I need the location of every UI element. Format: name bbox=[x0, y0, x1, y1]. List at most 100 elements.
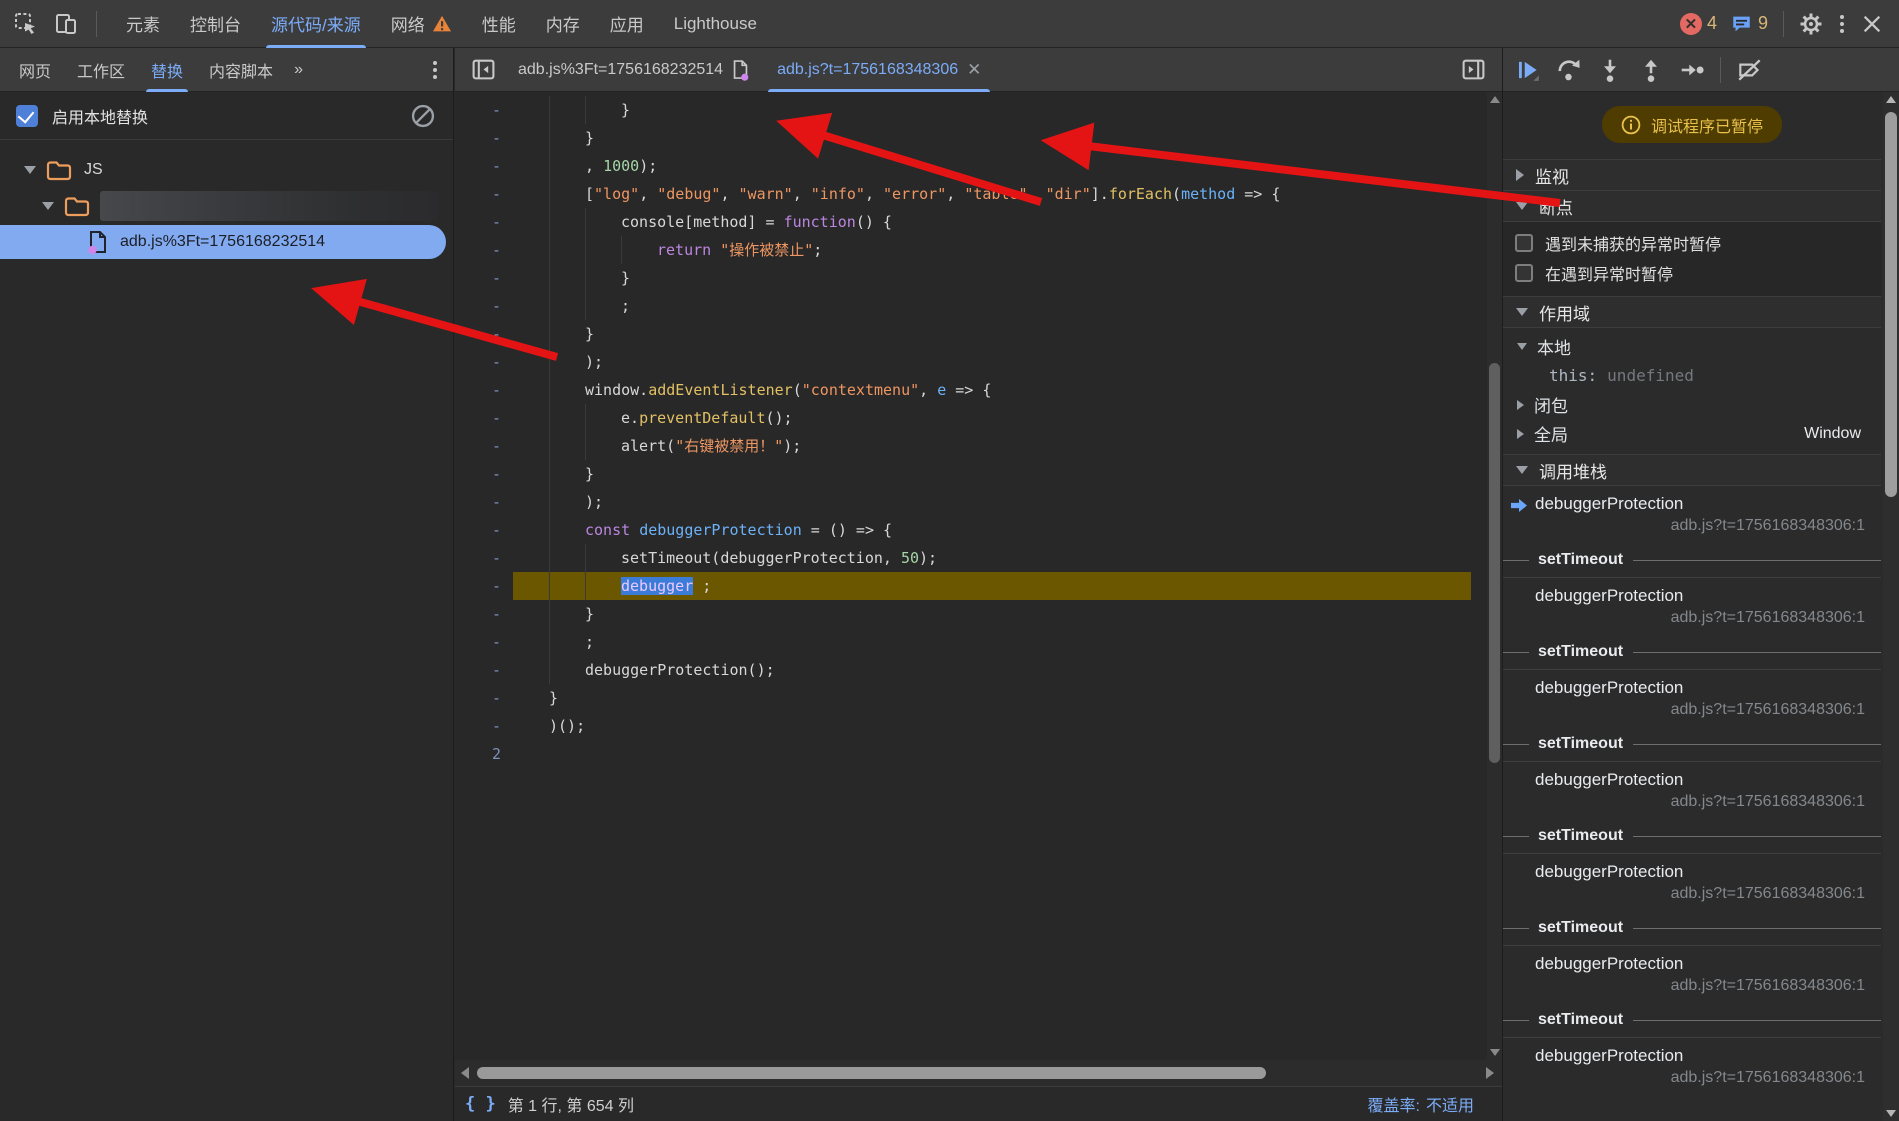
code-line[interactable]: -const debuggerProtection = () => { bbox=[455, 516, 1487, 544]
code-line[interactable]: -} bbox=[455, 96, 1487, 124]
navigator-tab[interactable]: 工作区 bbox=[64, 48, 138, 92]
navigator-tab[interactable]: 替换 bbox=[138, 48, 196, 92]
code-line[interactable]: -} bbox=[455, 320, 1487, 348]
topbar-tab[interactable]: 控制台 bbox=[175, 0, 256, 48]
topbar-tab[interactable]: 内存 bbox=[531, 0, 595, 48]
code-line[interactable]: -debuggerProtection(); bbox=[455, 656, 1487, 684]
scroll-right-icon[interactable] bbox=[1486, 1067, 1494, 1079]
chevron-right-icon[interactable] bbox=[1517, 429, 1524, 439]
deactivate-breakpoints-icon[interactable] bbox=[1736, 57, 1764, 83]
gutter-marker[interactable]: - bbox=[455, 516, 513, 544]
vertical-scrollbar-thumb[interactable] bbox=[1489, 363, 1500, 763]
checkbox-unchecked[interactable] bbox=[1515, 234, 1533, 252]
code-line[interactable]: -alert("右键被禁用！"); bbox=[455, 432, 1487, 460]
editor-tab-override-file[interactable]: adb.js%3Ft=1756168232514 bbox=[504, 48, 763, 92]
gutter-marker[interactable]: - bbox=[455, 348, 513, 376]
section-call-stack[interactable]: 调用堆栈 bbox=[1503, 454, 1881, 485]
gutter-marker[interactable]: - bbox=[455, 460, 513, 488]
code-line[interactable]: -debugger ; bbox=[455, 572, 1487, 600]
tree-item-js-folder[interactable]: JS bbox=[0, 152, 453, 188]
scope-local[interactable]: 本地 bbox=[1503, 332, 1881, 361]
call-stack-frame[interactable]: debuggerProtectionadb.js?t=1756168348306… bbox=[1503, 946, 1881, 1003]
gutter-marker[interactable]: - bbox=[455, 376, 513, 404]
call-stack-frame[interactable]: debuggerProtectionadb.js?t=1756168348306… bbox=[1503, 1038, 1881, 1095]
chevron-down-icon[interactable] bbox=[1516, 466, 1528, 474]
scope-this-row[interactable]: this: undefined bbox=[1503, 361, 1881, 390]
tree-item-override-file-selected[interactable]: adb.js%3Ft=1756168232514 bbox=[0, 224, 453, 260]
coverage-status[interactable]: 覆盖率: 不适用 bbox=[1368, 1092, 1474, 1116]
code-line[interactable]: -console[method] = function() { bbox=[455, 208, 1487, 236]
overrides-checkbox-checked[interactable] bbox=[16, 105, 38, 127]
step-over-icon[interactable] bbox=[1556, 57, 1582, 83]
gutter-marker[interactable]: - bbox=[455, 208, 513, 236]
more-options-kebab-icon[interactable] bbox=[1836, 11, 1848, 37]
tree-item-domain-folder[interactable] bbox=[0, 188, 453, 224]
section-scope[interactable]: 作用域 bbox=[1503, 296, 1881, 327]
error-counter[interactable]: ✕ 4 bbox=[1680, 13, 1717, 35]
sidebar-scrollbar[interactable] bbox=[1883, 92, 1899, 1121]
code-line[interactable]: -} bbox=[455, 684, 1487, 712]
call-stack-frame[interactable]: debuggerProtectionadb.js?t=1756168348306… bbox=[1503, 670, 1881, 727]
navigator-kebab-icon[interactable] bbox=[429, 57, 441, 83]
gutter-marker[interactable]: - bbox=[455, 712, 513, 740]
navigator-tab[interactable]: 网页 bbox=[6, 48, 64, 92]
chevron-down-icon[interactable] bbox=[1516, 308, 1528, 316]
inspect-element-icon[interactable] bbox=[14, 12, 38, 36]
code-line[interactable]: -)(); bbox=[455, 712, 1487, 740]
gutter-marker[interactable]: - bbox=[455, 320, 513, 348]
chevron-down-icon[interactable] bbox=[1516, 202, 1528, 210]
gutter-marker[interactable]: - bbox=[455, 292, 513, 320]
step-into-icon[interactable] bbox=[1597, 57, 1623, 83]
code-line[interactable]: -["log", "debug", "warn", "info", "error… bbox=[455, 180, 1487, 208]
code-line[interactable]: -; bbox=[455, 292, 1487, 320]
gutter-marker[interactable]: - bbox=[455, 236, 513, 264]
code-line[interactable]: 2 bbox=[455, 740, 1487, 768]
topbar-tab[interactable]: 源代码/来源 bbox=[256, 0, 376, 48]
close-devtools-icon[interactable] bbox=[1861, 13, 1883, 35]
resume-script-icon[interactable] bbox=[1515, 57, 1541, 83]
horizontal-scrollbar-thumb[interactable] bbox=[477, 1067, 1266, 1079]
scroll-down-icon[interactable] bbox=[1490, 1049, 1500, 1056]
gutter-marker[interactable]: - bbox=[455, 124, 513, 152]
topbar-tab[interactable]: 应用 bbox=[595, 0, 659, 48]
scroll-down-icon[interactable] bbox=[1886, 1110, 1896, 1117]
hide-navigator-icon[interactable] bbox=[463, 53, 504, 86]
section-breakpoints[interactable]: 断点 bbox=[1503, 190, 1881, 221]
issues-counter[interactable]: 9 bbox=[1730, 13, 1768, 35]
gutter-marker[interactable]: - bbox=[455, 684, 513, 712]
gutter-marker[interactable]: 2 bbox=[455, 740, 513, 768]
code-line[interactable]: -return "操作被禁止"; bbox=[455, 236, 1487, 264]
clear-overrides-icon[interactable] bbox=[409, 102, 437, 130]
code-line[interactable]: -e.preventDefault(); bbox=[455, 404, 1487, 432]
call-stack-frame[interactable]: debuggerProtectionadb.js?t=1756168348306… bbox=[1503, 762, 1881, 819]
code-line[interactable]: -setTimeout(debuggerProtection, 50); bbox=[455, 544, 1487, 572]
breakpoint-option[interactable]: 在遇到异常时暂停 bbox=[1503, 258, 1881, 288]
topbar-tab[interactable]: 网络 bbox=[376, 0, 467, 48]
chevron-down-icon[interactable] bbox=[24, 166, 36, 174]
code-line[interactable]: -} bbox=[455, 264, 1487, 292]
topbar-tab[interactable]: Lighthouse bbox=[659, 0, 772, 48]
editor-vertical-scrollbar[interactable] bbox=[1487, 92, 1502, 1060]
call-stack-frame[interactable]: debuggerProtectionadb.js?t=1756168348306… bbox=[1503, 854, 1881, 911]
chevron-down-icon[interactable] bbox=[1517, 343, 1527, 350]
gutter-marker[interactable]: - bbox=[455, 628, 513, 656]
call-stack-frame[interactable]: debuggerProtectionadb.js?t=1756168348306… bbox=[1503, 578, 1881, 635]
chevron-right-icon[interactable] bbox=[1517, 400, 1524, 410]
scope-global[interactable]: 全局 Window bbox=[1503, 419, 1881, 448]
code-line[interactable]: -, 1000); bbox=[455, 152, 1487, 180]
step-out-icon[interactable] bbox=[1638, 57, 1664, 83]
gutter-marker[interactable]: - bbox=[455, 180, 513, 208]
vertical-scrollbar-thumb[interactable] bbox=[1885, 112, 1897, 497]
chevron-right-icon[interactable] bbox=[1516, 169, 1524, 181]
code-line[interactable]: -); bbox=[455, 488, 1487, 516]
checkbox-unchecked[interactable] bbox=[1515, 264, 1533, 282]
scroll-up-icon[interactable] bbox=[1490, 96, 1500, 103]
settings-gear-icon[interactable] bbox=[1799, 12, 1823, 36]
gutter-marker[interactable]: - bbox=[455, 656, 513, 684]
toggle-device-toolbar-icon[interactable] bbox=[54, 12, 78, 36]
editor-tab-active-script[interactable]: adb.js?t=1756168348306 ✕ bbox=[763, 48, 995, 92]
chevron-down-icon[interactable] bbox=[42, 202, 54, 210]
gutter-marker[interactable]: - bbox=[455, 432, 513, 460]
scroll-left-icon[interactable] bbox=[461, 1067, 469, 1079]
gutter-marker[interactable]: - bbox=[455, 264, 513, 292]
